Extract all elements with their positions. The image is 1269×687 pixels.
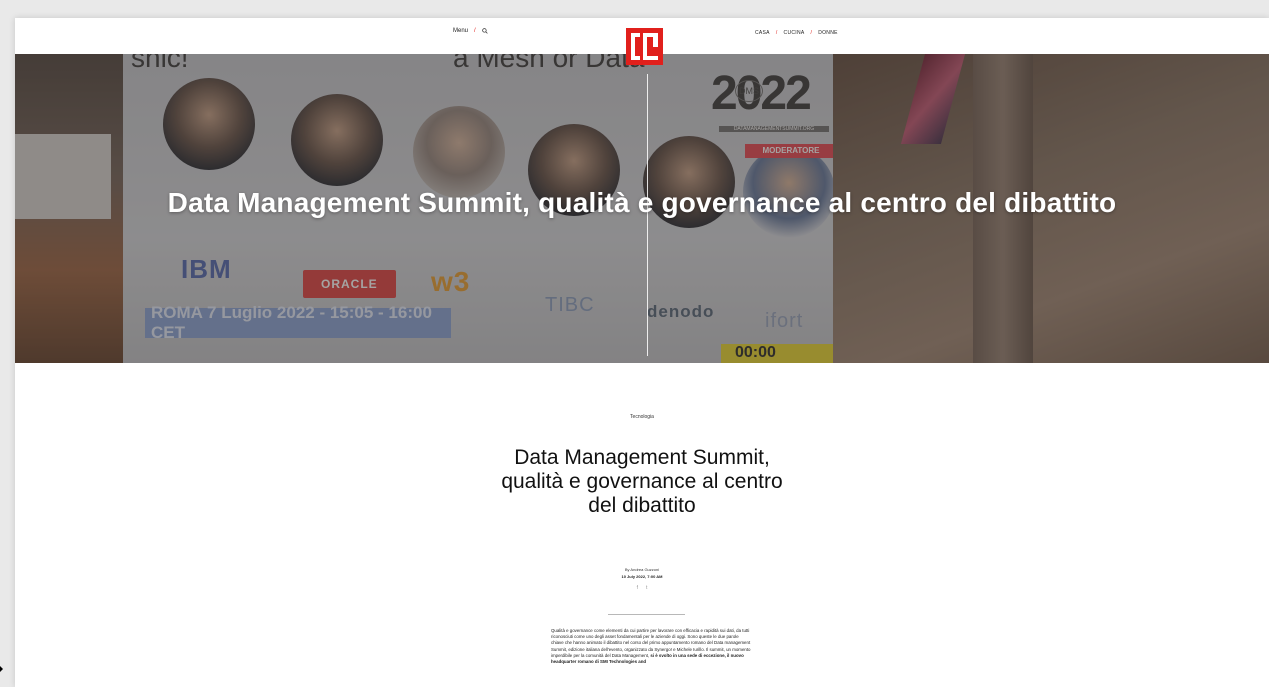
- top-nav: CASA / CUCINA / DONNE: [755, 30, 838, 36]
- nav-separator: /: [810, 30, 813, 36]
- article-title: Data Management Summit, qualità e govern…: [501, 446, 783, 517]
- hero-image: shic! a Mesh or Data IBM ORACLE w3 TIBC …: [15, 54, 1269, 363]
- menu-separator: /: [474, 28, 476, 34]
- hero-title: Data Management Summit, qualità e govern…: [167, 187, 1117, 218]
- share-buttons: f t: [15, 585, 1269, 591]
- article-date: 10 July 2022, 7:00 AM: [621, 574, 663, 579]
- nav-item-casa[interactable]: CASA: [755, 30, 770, 36]
- article-category[interactable]: Tecnologia: [15, 414, 1269, 420]
- facebook-icon[interactable]: f: [637, 585, 638, 591]
- menu-button[interactable]: Menu: [453, 28, 468, 34]
- menu-area: Menu /: [453, 28, 488, 34]
- nav-item-donne[interactable]: DONNE: [818, 30, 838, 36]
- page: Menu / CASA / CUCINA / DONNE shic! a Mes…: [15, 18, 1269, 687]
- search-icon[interactable]: [481, 28, 488, 34]
- article-author[interactable]: By Andrea Guzzoni: [15, 567, 1269, 572]
- article-body: Qualità e governance come elementi da cu…: [551, 628, 751, 665]
- divider: [608, 614, 685, 615]
- twitter-icon[interactable]: t: [646, 585, 647, 591]
- nav-item-cucina[interactable]: CUCINA: [784, 30, 805, 36]
- site-logo[interactable]: [626, 28, 663, 65]
- cursor-icon: [0, 666, 3, 672]
- nav-separator: /: [775, 30, 778, 36]
